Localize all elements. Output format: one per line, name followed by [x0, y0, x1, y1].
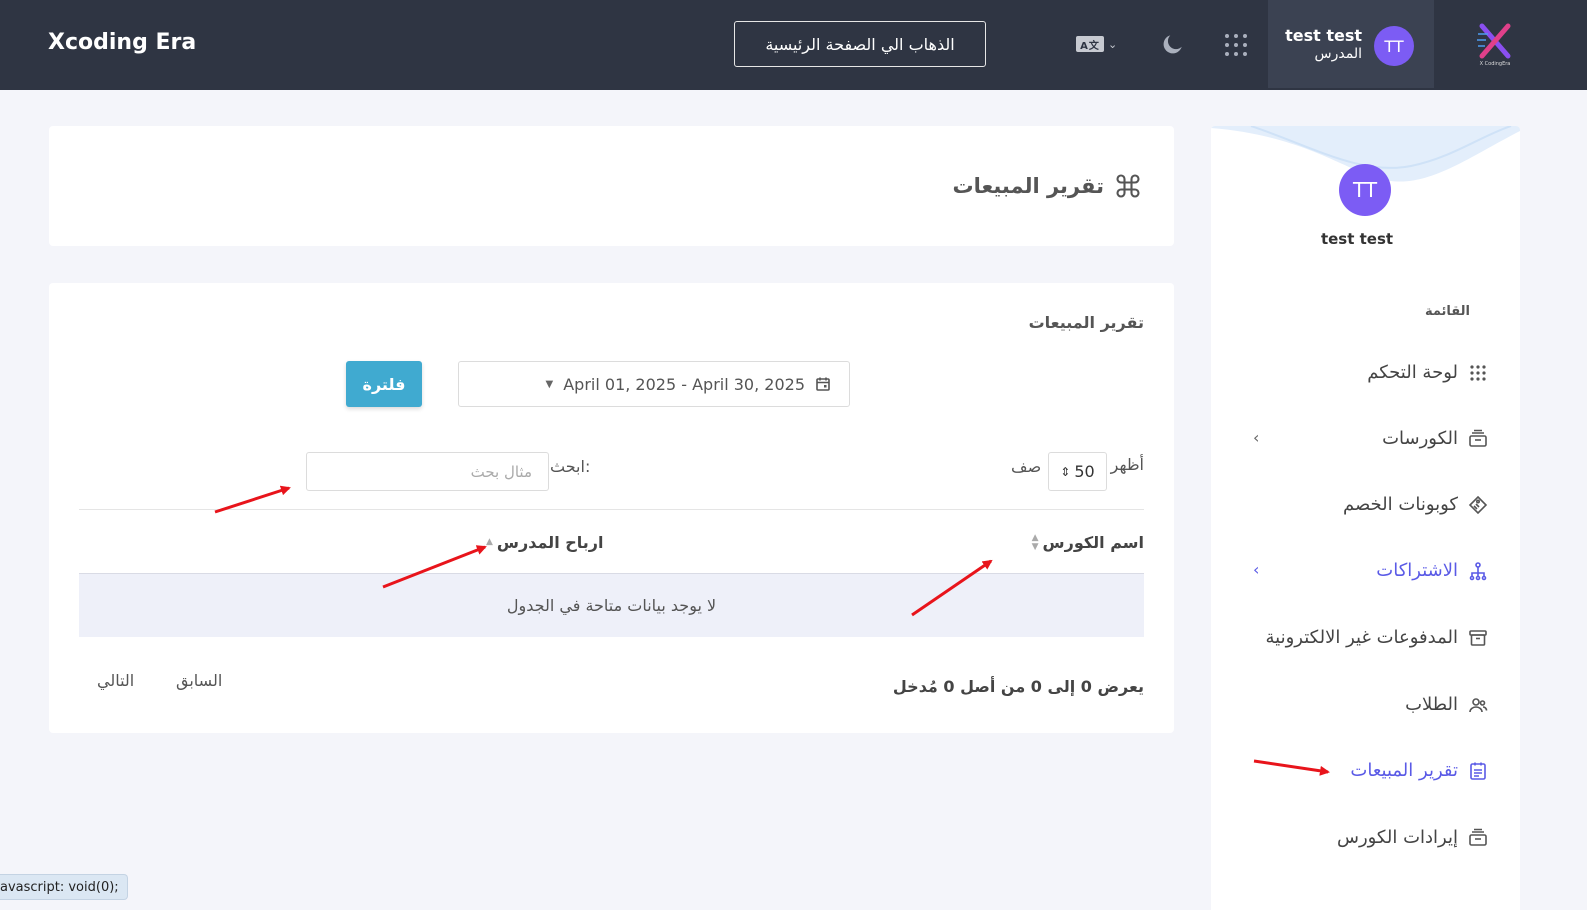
- archive-icon: [1469, 629, 1487, 646]
- sidebar-item-coupons[interactable]: كوبونات الخصم: [1343, 494, 1488, 515]
- sort-icon: ▲: [486, 537, 493, 547]
- column-header-teacher-earnings[interactable]: ارباح المدرس ▲: [486, 533, 603, 552]
- chevron-left-icon[interactable]: ‹: [1253, 428, 1259, 447]
- date-range-picker[interactable]: ▼ April 01, 2025 - April 30, 2025: [458, 361, 850, 407]
- sidebar-item-label: المدفوعات غير الالكترونية: [1265, 627, 1458, 648]
- search-label: ابحث:: [550, 457, 591, 476]
- column-header-label: ارباح المدرس: [496, 533, 604, 552]
- sidebar-avatar: TT: [1339, 164, 1391, 216]
- chevron-left-icon[interactable]: ‹: [1253, 560, 1259, 579]
- table-empty-row: لا يوجد بيانات متاحة في الجدول: [79, 574, 1144, 637]
- pagination-previous[interactable]: السابق: [176, 671, 222, 690]
- sidebar-item-subscriptions[interactable]: الاشتراكات: [1376, 560, 1488, 581]
- avatar: TT: [1374, 26, 1414, 66]
- top-navbar: Xcoding Era الذهاب الي الصفحة الرئيسية A…: [0, 0, 1587, 90]
- grid-icon: [1470, 364, 1486, 381]
- page-length-select[interactable]: ⇕ 50: [1048, 452, 1107, 491]
- page-title-text: تقرير المبيعات: [952, 174, 1104, 198]
- moon-icon[interactable]: [1160, 31, 1186, 57]
- command-icon: [1116, 174, 1140, 198]
- sidebar-item-label: إيرادات الكورس: [1336, 827, 1458, 848]
- report-icon: [1470, 762, 1486, 780]
- section-title: تقرير المبيعات: [1028, 313, 1144, 332]
- sidebar-item-offline-payments[interactable]: المدفوعات غير الالكترونية: [1266, 627, 1488, 648]
- sales-report-card: تقرير المبيعات ▼ April 01, 2025 - April …: [49, 283, 1174, 733]
- logo-caption: X CodingEra: [1480, 61, 1511, 67]
- page-title: تقرير المبيعات: [953, 172, 1142, 200]
- courses-icon: [1469, 429, 1487, 447]
- user-menu[interactable]: test test المدرس TT: [1268, 0, 1434, 88]
- chevron-down-icon: ⌄: [1108, 37, 1118, 51]
- calendar-icon: [816, 377, 830, 391]
- column-header-course-name[interactable]: اسم الكورس ▲ ▼: [1032, 533, 1144, 552]
- sidebar-item-label: الكورسات: [1382, 428, 1458, 449]
- sidebar-item-dashboard[interactable]: لوحة التحكم: [1367, 362, 1488, 383]
- apps-grid-icon[interactable]: [1225, 34, 1247, 56]
- sort-arrows-icon: ⇕: [1060, 464, 1071, 479]
- sidebar: TT test test القائمة لوحة التحكم الكورسا…: [1211, 126, 1520, 910]
- sort-icon: ▲ ▼: [1031, 532, 1039, 552]
- menu-title: القائمة: [1424, 304, 1470, 319]
- xcodingera-logo[interactable]: X CodingEra: [1472, 22, 1518, 68]
- sidebar-item-course-revenue[interactable]: إيرادات الكورس: [1337, 827, 1488, 848]
- language-switcher[interactable]: A文 ⌄: [1076, 36, 1117, 52]
- user-role: المدرس: [1314, 46, 1362, 62]
- filter-button[interactable]: فلترة: [346, 361, 422, 407]
- column-header-label: اسم الكورس: [1042, 533, 1144, 552]
- sidebar-item-courses[interactable]: الكورسات: [1382, 428, 1488, 449]
- chevron-down-icon: ▼: [545, 378, 554, 390]
- sidebar-item-label: لوحة التحكم: [1367, 362, 1458, 383]
- sidebar-item-students[interactable]: الطلاب: [1405, 694, 1488, 715]
- table-info: يعرض 0 إلى 0 من أصل 0 مُدخل: [892, 677, 1144, 696]
- rows-label: صف: [1011, 457, 1042, 476]
- users-icon: [1469, 697, 1488, 712]
- subscriptions-icon: [1469, 561, 1487, 580]
- revenue-icon: [1469, 828, 1487, 846]
- search-input[interactable]: [306, 452, 549, 491]
- table-top-divider: [79, 509, 1144, 510]
- translate-icon: A文: [1076, 36, 1104, 52]
- user-name: test test: [1285, 26, 1362, 45]
- sidebar-item-sales-report[interactable]: تقرير المبيعات: [1350, 760, 1488, 781]
- date-range-value: April 01, 2025 - April 30, 2025: [563, 374, 805, 394]
- brand-name[interactable]: Xcoding Era: [48, 30, 196, 55]
- pagination-next[interactable]: التالي: [97, 671, 134, 690]
- show-entries-label: أظهر: [1110, 455, 1144, 474]
- sidebar-item-label: كوبونات الخصم: [1342, 494, 1458, 515]
- browser-status-bar: avascript: void(0);: [0, 874, 128, 900]
- page-header-card: تقرير المبيعات: [49, 126, 1174, 246]
- page-length-value: 50: [1074, 462, 1095, 481]
- sidebar-user-name: test test: [1320, 230, 1394, 248]
- sidebar-item-label: الاشتراكات: [1376, 560, 1458, 581]
- sidebar-item-label: تقرير المبيعات: [1350, 760, 1458, 781]
- sidebar-item-label: الطلاب: [1405, 694, 1458, 715]
- tag-icon: [1468, 495, 1488, 514]
- go-home-button[interactable]: الذهاب الي الصفحة الرئيسية: [734, 21, 986, 67]
